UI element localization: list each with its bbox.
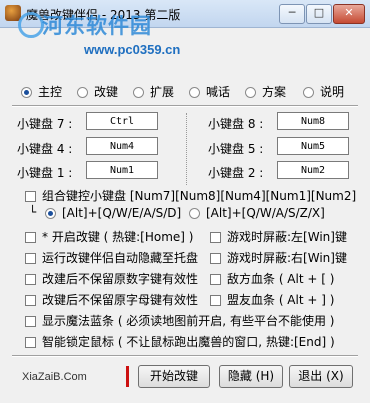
close-button[interactable]: ✕	[333, 4, 365, 24]
block-left-win-label: 游戏时屏蔽:左[Win]键	[227, 230, 347, 244]
tab-shout[interactable]: 喊话	[189, 83, 230, 101]
disable-number-keys-option[interactable]: 改建后不保留原数字键有效性	[25, 270, 198, 287]
numpad4-label: 小键盘 4 :	[17, 142, 73, 156]
numpad1-field[interactable]: Num1	[86, 161, 158, 179]
ally-hp-label: 盟友血条 ( Alt + ] )	[227, 293, 335, 307]
tab-remap-radio[interactable]	[77, 87, 88, 98]
disable-letter-keys-option[interactable]: 改键后不保留原字母键有效性	[25, 291, 198, 308]
mouse-lock-label: 智能锁定鼠标 ( 不让鼠标跑出魔兽的窗口, 热键:[End] )	[42, 335, 335, 349]
hide-button[interactable]: 隐藏 (H)	[219, 365, 283, 388]
numpad8-field[interactable]: Num8	[277, 112, 349, 130]
mana-bar-option[interactable]: 显示魔法蓝条 ( 必须读地图前开启, 有些平台不能使用 )	[25, 312, 334, 329]
tab-extend-label: 扩展	[150, 85, 175, 99]
watermark-url: www.pc0359.cn	[84, 42, 181, 57]
tab-shout-label: 喊话	[206, 85, 231, 99]
tab-scheme-label: 方案	[262, 85, 287, 99]
tab-shout-radio[interactable]	[189, 87, 200, 98]
enemy-hp-label: 敌方血条 ( Alt + [ )	[227, 272, 335, 286]
combo-option-a-label: [Alt]+[Q/W/E/A/S/D]	[62, 206, 182, 220]
enable-remap-option[interactable]: * 开启改键 ( 热键:[Home] )	[25, 228, 193, 245]
combo-option-b-label: [Alt]+[Q/W/A/S/Z/X]	[206, 206, 325, 220]
main-tabs: 主控 改键 扩展 喊话 方案 说明	[0, 83, 370, 101]
tab-main[interactable]: 主控	[21, 83, 62, 101]
mana-bar-label: 显示魔法蓝条 ( 必须读地图前开启, 有些平台不能使用 )	[42, 314, 335, 328]
status-indicator	[126, 366, 129, 387]
keypad-divider	[186, 113, 187, 185]
enable-remap-checkbox[interactable]	[25, 232, 36, 243]
numpad1-label: 小键盘 1 :	[17, 166, 73, 180]
mouse-lock-checkbox[interactable]	[25, 337, 36, 348]
tab-help-label: 说明	[320, 85, 345, 99]
combo-option-a-radio[interactable]	[45, 208, 56, 219]
combo-option[interactable]: 组合键控小键盘 [Num7][Num8][Num4][Num1][Num2]	[25, 187, 356, 204]
auto-tray-checkbox[interactable]	[25, 253, 36, 264]
numpad7-label: 小键盘 7 :	[17, 117, 73, 131]
combo-prefix: └	[29, 205, 37, 219]
block-left-win-option[interactable]: 游戏时屏蔽:左[Win]键	[210, 228, 347, 245]
disable-letter-keys-checkbox[interactable]	[25, 295, 36, 306]
block-right-win-checkbox[interactable]	[210, 253, 221, 264]
tab-scheme[interactable]: 方案	[245, 83, 286, 101]
ally-hp-option[interactable]: 盟友血条 ( Alt + ] )	[210, 291, 334, 308]
maximize-button[interactable]: □	[306, 4, 332, 24]
numpad2-field[interactable]: Num2	[277, 161, 349, 179]
disable-letter-keys-label: 改键后不保留原字母键有效性	[42, 293, 199, 307]
tab-extend[interactable]: 扩展	[133, 83, 174, 101]
tab-main-radio[interactable]	[21, 87, 32, 98]
auto-tray-option[interactable]: 运行改键伴侣自动隐藏至托盘	[25, 249, 198, 266]
tab-remap[interactable]: 改键	[77, 83, 118, 101]
tab-main-label: 主控	[38, 85, 63, 99]
numpad8-label: 小键盘 8 :	[208, 117, 264, 131]
block-right-win-option[interactable]: 游戏时屏蔽:右[Win]键	[210, 249, 347, 266]
tab-help[interactable]: 说明	[303, 83, 344, 101]
watermark-logo-icon	[18, 12, 44, 38]
tab-help-radio[interactable]	[303, 87, 314, 98]
combo-checkbox[interactable]	[25, 191, 36, 202]
combo-label: 组合键控小键盘 [Num7][Num8][Num4][Num1][Num2]	[42, 189, 357, 203]
enable-remap-label: * 开启改键 ( 热键:[Home] )	[42, 230, 194, 244]
exit-button[interactable]: 退出 (X)	[289, 365, 353, 388]
footer-divider	[12, 355, 358, 357]
divider	[12, 105, 358, 107]
block-right-win-label: 游戏时屏蔽:右[Win]键	[227, 251, 347, 265]
combo-option-b[interactable]: [Alt]+[Q/W/A/S/Z/X]	[189, 206, 325, 220]
block-left-win-checkbox[interactable]	[210, 232, 221, 243]
site-link[interactable]: XiaZaiB.Com	[22, 371, 87, 383]
tab-extend-radio[interactable]	[133, 87, 144, 98]
combo-option-b-radio[interactable]	[189, 208, 200, 219]
combo-option-a[interactable]: [Alt]+[Q/W/E/A/S/D]	[45, 206, 181, 220]
ally-hp-checkbox[interactable]	[210, 295, 221, 306]
numpad4-field[interactable]: Num4	[86, 137, 158, 155]
enemy-hp-checkbox[interactable]	[210, 274, 221, 285]
numpad5-label: 小键盘 5 :	[208, 142, 264, 156]
tab-remap-label: 改键	[94, 85, 119, 99]
start-remap-button[interactable]: 开始改键	[138, 365, 210, 388]
numpad5-field[interactable]: Num5	[277, 137, 349, 155]
watermark-site-name: 河东软件园	[42, 14, 152, 38]
enemy-hp-option[interactable]: 敌方血条 ( Alt + [ )	[210, 270, 334, 287]
tab-scheme-radio[interactable]	[245, 87, 256, 98]
mana-bar-checkbox[interactable]	[25, 316, 36, 327]
disable-number-keys-label: 改建后不保留原数字键有效性	[42, 272, 199, 286]
minimize-button[interactable]: ─	[279, 4, 305, 24]
mouse-lock-option[interactable]: 智能锁定鼠标 ( 不让鼠标跑出魔兽的窗口, 热键:[End] )	[25, 333, 335, 350]
numpad2-label: 小键盘 2 :	[208, 166, 264, 180]
disable-number-keys-checkbox[interactable]	[25, 274, 36, 285]
auto-tray-label: 运行改键伴侣自动隐藏至托盘	[42, 251, 199, 265]
numpad7-field[interactable]: Ctrl	[86, 112, 158, 130]
